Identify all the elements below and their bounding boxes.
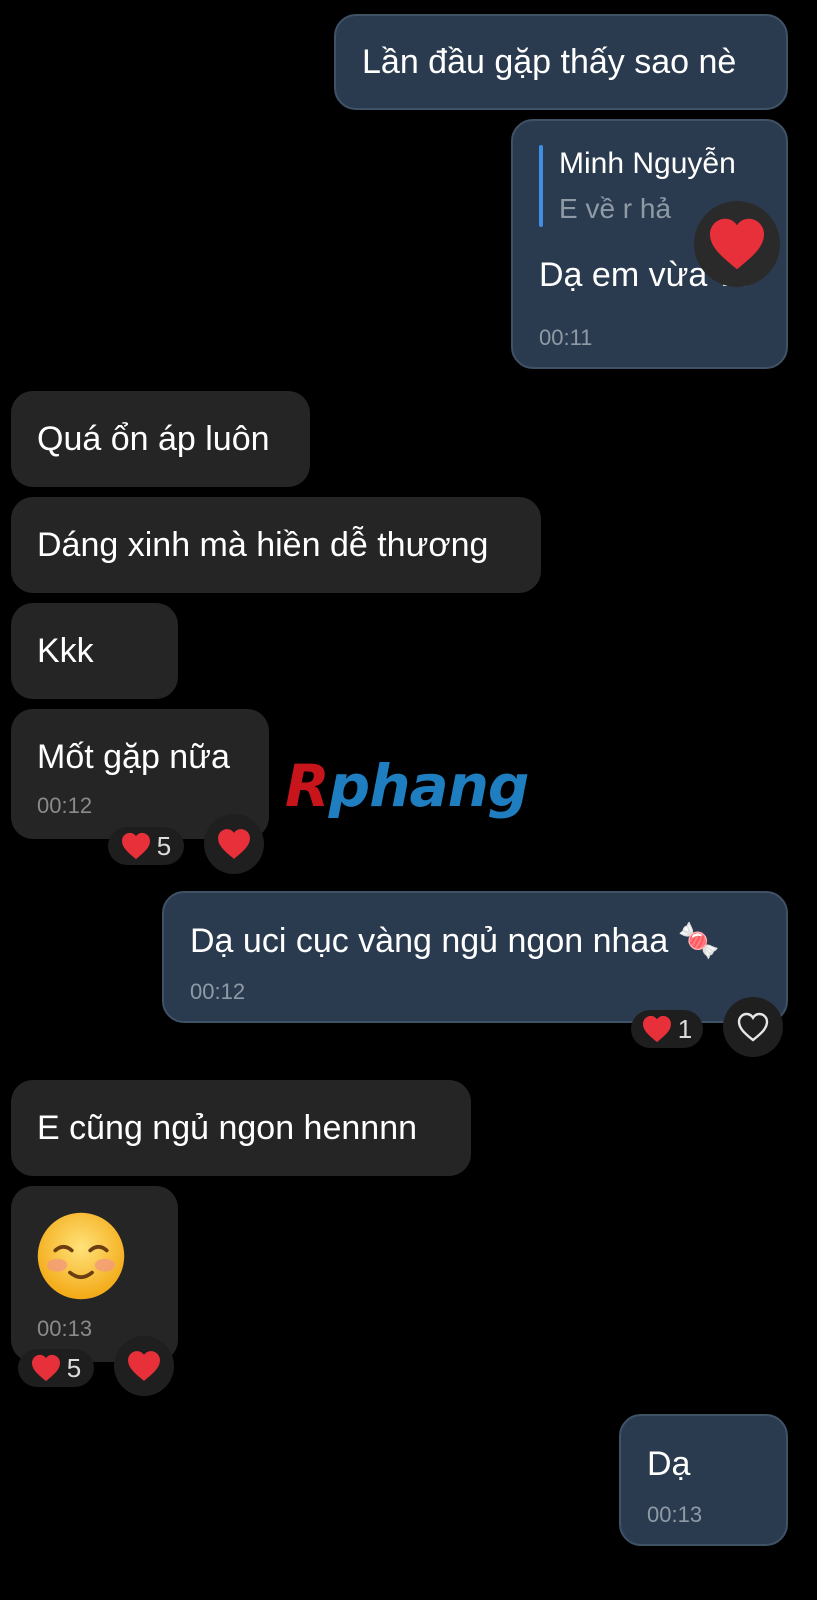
message-text: Quá ổn áp luôn xyxy=(37,420,270,458)
smiling-face-emoji xyxy=(37,1212,125,1300)
heart-icon xyxy=(218,829,250,859)
reaction-count-pill[interactable]: 5 xyxy=(108,827,184,865)
heart-outline-icon xyxy=(737,1012,769,1042)
message-text: E cũng ngủ ngon hennnn xyxy=(37,1109,418,1147)
reaction-count: 5 xyxy=(66,1352,82,1383)
reply-quote-bar xyxy=(539,145,543,227)
reply-quoted-text: E về r hả xyxy=(559,193,672,224)
message-time: 00:12 xyxy=(37,793,93,818)
message-time: 00:11 xyxy=(539,325,593,350)
message-bubble-outgoing[interactable]: Dạ 00:13 xyxy=(619,1414,788,1546)
reaction-count-pill[interactable]: 1 xyxy=(631,1010,703,1048)
message-time: 00:13 xyxy=(647,1502,703,1527)
heart-icon xyxy=(121,832,150,860)
message-bubble-incoming[interactable]: Quá ổn áp luôn xyxy=(11,391,310,487)
add-reaction-button[interactable] xyxy=(204,814,264,874)
message-bubble-outgoing[interactable]: Dạ uci cục vàng ngủ ngon nhaa 🍬 00:12 xyxy=(162,891,788,1023)
heart-icon xyxy=(31,1354,60,1382)
message-bubble-incoming-emoji[interactable]: 00:13 xyxy=(11,1186,178,1362)
reaction-count-pill[interactable]: 5 xyxy=(18,1349,94,1387)
message-text: Lần đầu gặp thấy sao nè xyxy=(362,43,737,81)
message-bubble-incoming[interactable]: E cũng ngủ ngon hennnn xyxy=(11,1080,471,1176)
message-time: 00:12 xyxy=(190,979,246,1004)
reaction-heart-bubble[interactable] xyxy=(694,201,780,287)
message-text: Dạ uci cục vàng ngủ ngon nhaa 🍬 xyxy=(190,922,721,960)
add-reaction-button[interactable] xyxy=(114,1336,174,1396)
message-time: 00:13 xyxy=(37,1316,93,1341)
message-text: Dạ xyxy=(647,1445,691,1483)
reply-sender-name: Minh Nguyễn xyxy=(559,147,736,180)
message-text: Dáng xinh mà hiền dễ thương xyxy=(37,526,489,564)
message-text: Kkk xyxy=(37,632,94,670)
message-bubble-incoming[interactable]: Dáng xinh mà hiền dễ thương xyxy=(11,497,541,593)
watermark-logo: Rphang xyxy=(285,752,529,820)
reaction-count: 1 xyxy=(677,1013,693,1044)
heart-icon xyxy=(642,1015,671,1043)
heart-icon xyxy=(128,1351,160,1381)
reaction-count: 5 xyxy=(156,830,172,861)
message-text: Mốt gặp nữa xyxy=(37,738,230,776)
message-bubble-incoming[interactable]: Kkk xyxy=(11,603,178,699)
add-reaction-button[interactable] xyxy=(723,997,783,1057)
message-bubble-outgoing[interactable]: Lần đầu gặp thấy sao nè xyxy=(334,14,788,110)
heart-icon xyxy=(710,218,764,270)
